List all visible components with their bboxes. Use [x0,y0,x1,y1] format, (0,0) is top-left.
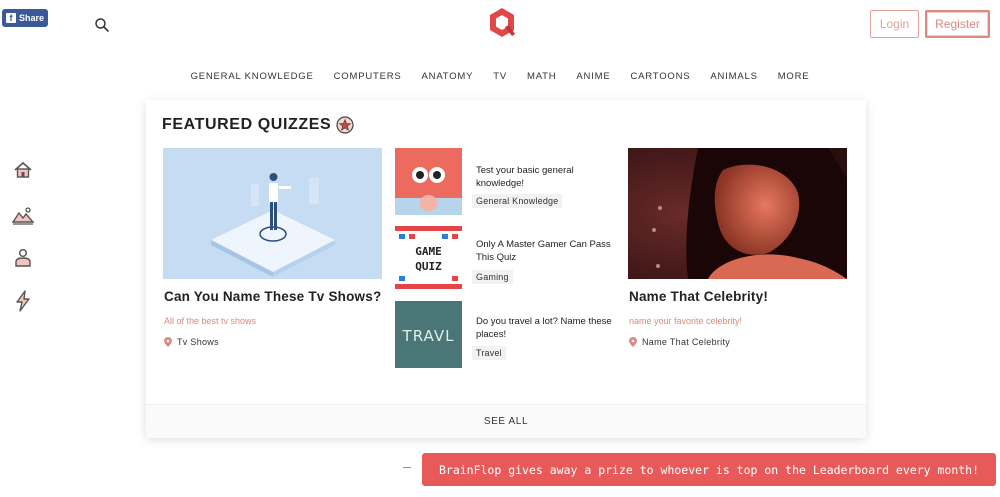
divider [403,467,411,468]
see-all-button[interactable]: SEE ALL [146,404,866,438]
nav-tv[interactable]: TV [493,71,507,82]
tv-shows-quiz-thumbnail[interactable] [163,148,382,279]
nav-anatomy[interactable]: ANATOMY [422,71,474,82]
celebrity-quiz-thumbnail[interactable] [628,148,847,279]
quiz-thumb-text: QUIZ [415,260,442,273]
gaming-quiz-thumbnail[interactable]: GAME QUIZ [395,224,462,291]
nav-math[interactable]: MATH [527,71,556,82]
nav-animals[interactable]: ANIMALS [710,71,757,82]
category-nav: GENERAL KNOWLEDGE COMPUTERS ANATOMY TV M… [0,71,1000,82]
profile-icon[interactable] [11,246,35,270]
travel-quiz-title[interactable]: Do you travel a lot? Name these places! [476,315,616,341]
featured-quizzes-heading: FEATURED QUIZZES [162,116,354,134]
login-button[interactable]: Login [870,10,919,38]
share-label: Share [19,13,45,23]
facebook-share-button[interactable]: f Share [2,9,48,27]
tv-shows-category[interactable]: Tv Shows [164,337,219,347]
search-icon[interactable] [94,17,110,33]
home-icon[interactable] [11,158,35,182]
tv-shows-quiz-description: All of the best tv shows [164,316,257,326]
travel-quiz-thumbnail[interactable]: TRAVL [395,301,462,368]
brainflop-logo[interactable] [488,7,516,39]
facebook-icon: f [6,13,16,23]
tv-shows-quiz-title[interactable]: Can You Name These Tv Shows? [164,289,381,304]
gaming-tag[interactable]: Gaming [472,270,513,284]
register-button[interactable]: Register [925,10,990,38]
location-pin-icon [164,337,172,347]
nav-computers[interactable]: COMPUTERS [334,71,402,82]
nav-more[interactable]: MORE [778,71,810,82]
location-pin-icon [629,337,637,347]
travel-thumb-text: TRAVL [402,327,455,345]
star-badge-icon [336,116,354,134]
nav-anime[interactable]: ANIME [576,71,610,82]
celebrity-category-label: Name That Celebrity [642,337,731,347]
gaming-quiz-title[interactable]: Only A Master Gamer Can Pass This Quiz [476,238,616,264]
featured-quizzes-title: FEATURED QUIZZES [162,116,332,133]
general-knowledge-tag[interactable]: General Knowledge [472,194,563,208]
celebrity-quiz-title[interactable]: Name That Celebrity! [629,289,768,304]
general-knowledge-quiz-thumbnail[interactable] [395,148,462,215]
travel-tag[interactable]: Travel [472,346,506,360]
celebrity-quiz-description: name your favorite celebrity! [629,316,743,326]
tv-shows-category-label: Tv Shows [177,337,219,347]
nav-cartoons[interactable]: CARTOONS [631,71,691,82]
featured-quizzes-card: FEATURED QUIZZES Can You Name These Tv S… [146,100,866,438]
lightning-icon[interactable] [11,289,35,313]
general-knowledge-quiz-title[interactable]: Test your basic general knowledge! [476,164,616,190]
celebrity-category[interactable]: Name That Celebrity [629,337,730,347]
landscape-icon[interactable] [11,204,35,228]
game-thumb-text: GAME [415,245,442,258]
leaderboard-prize-banner[interactable]: BrainFlop gives away a prize to whoever … [422,453,996,486]
nav-general-knowledge[interactable]: GENERAL KNOWLEDGE [191,71,314,82]
page: f Share Login Register GENERAL KNOWLEDGE… [0,0,1000,497]
